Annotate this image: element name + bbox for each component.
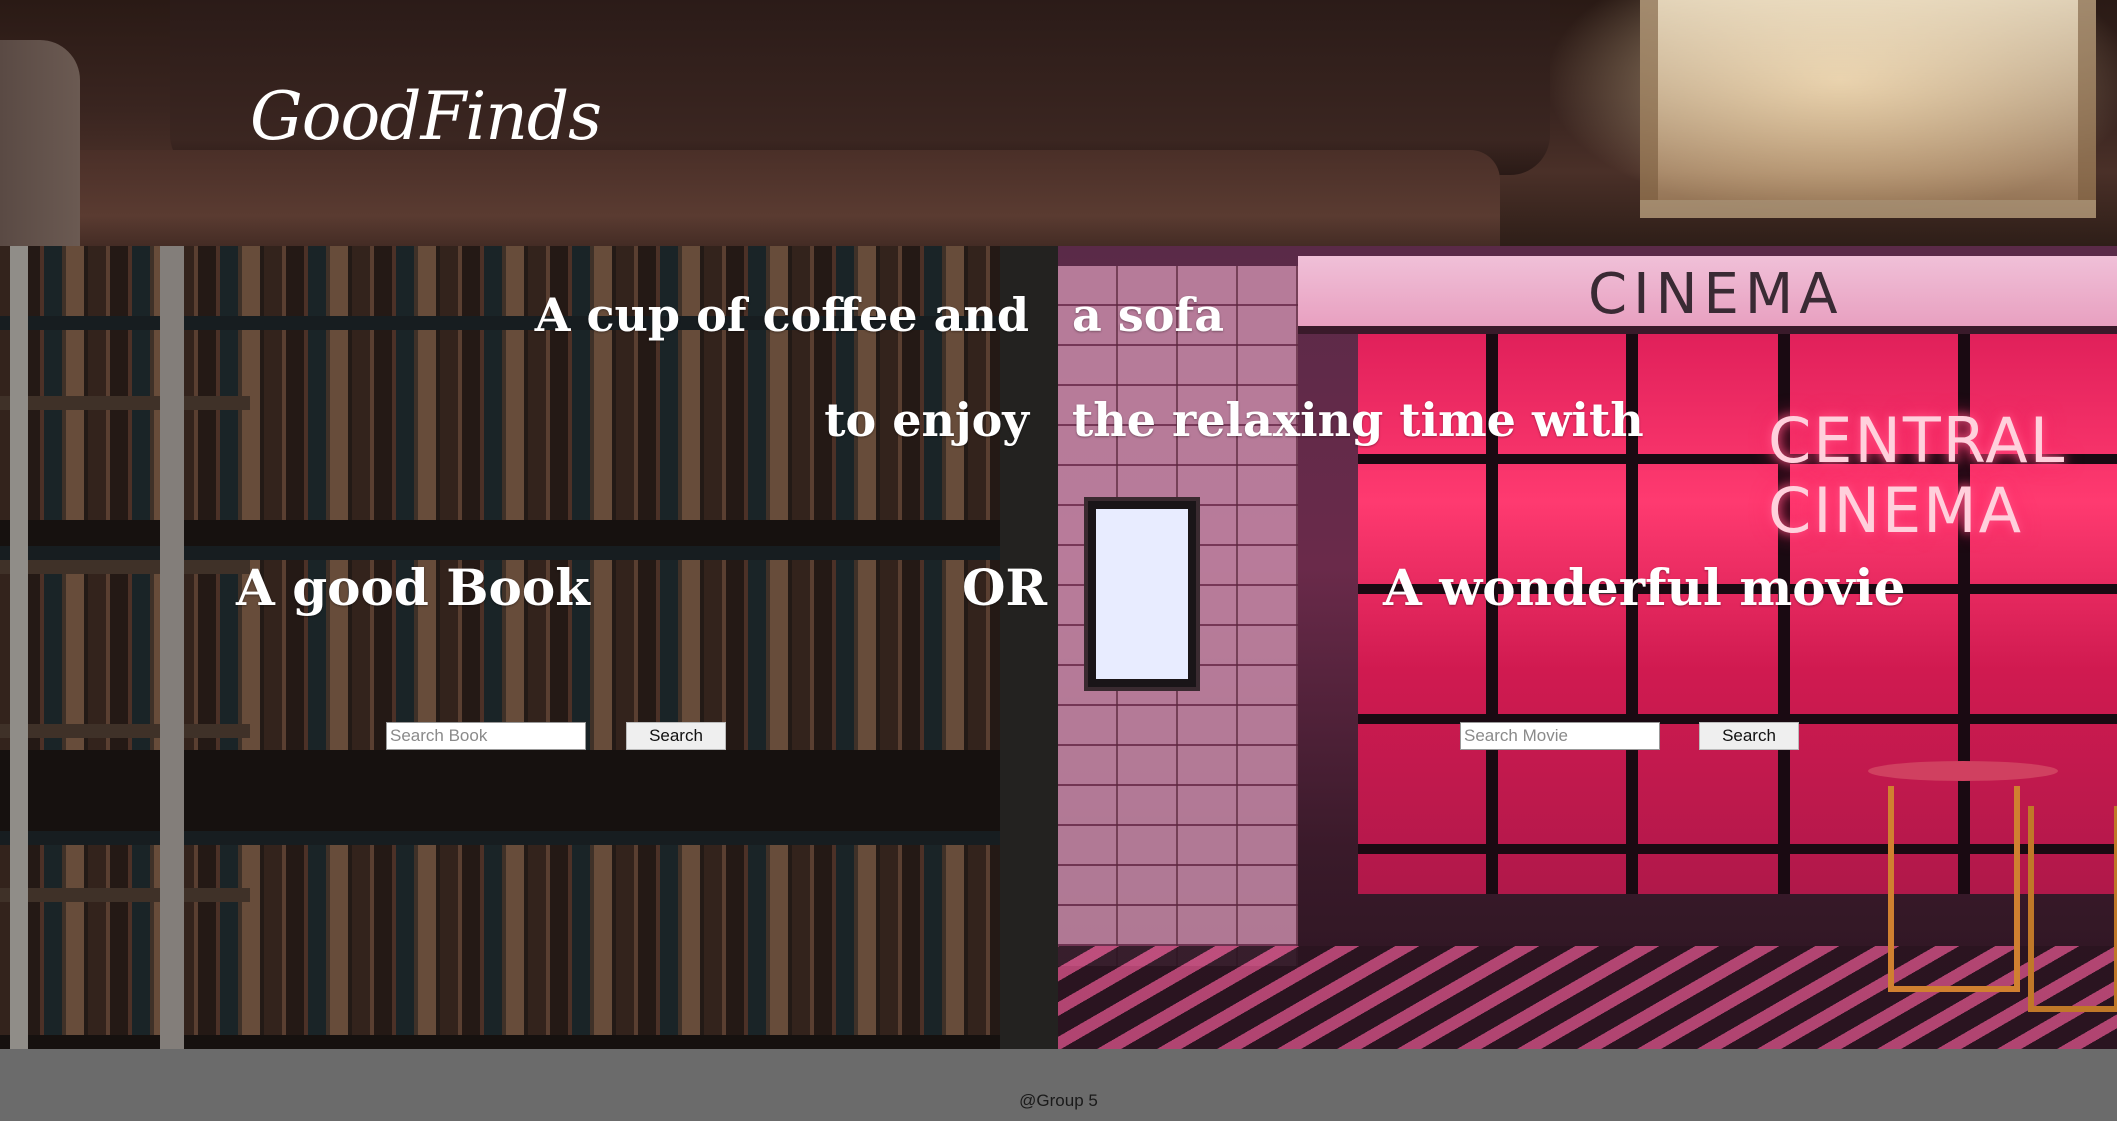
- tagline-line2-left: to enjoy: [824, 393, 1029, 447]
- footer-credit: @Group 5: [1019, 1091, 1098, 1110]
- poster-frame: [1088, 501, 1196, 687]
- cafe-chair: [1888, 786, 2020, 992]
- movie-search-button[interactable]: Search: [1699, 722, 1799, 750]
- or-separator: OR: [962, 558, 1048, 617]
- bookshelf-overlay: [0, 246, 1058, 1049]
- movie-heading: A wonderful movie: [1383, 558, 1906, 617]
- neon-sign: CENTRAL CINEMA: [1768, 404, 2067, 547]
- hero-section: CINEMA CENTRAL CINEMA A cup of coffee an…: [0, 246, 2117, 1049]
- cafe-chair: [2028, 806, 2117, 1012]
- tagline-line1-left: A cup of coffee and: [534, 288, 1029, 342]
- header-background-sofa-arm: [0, 40, 80, 246]
- book-search-button[interactable]: Search: [626, 722, 726, 750]
- header-background-window: [1640, 0, 2096, 218]
- tagline-line2-right: the relaxing time with: [1072, 393, 1644, 447]
- cinema-marquee: CINEMA: [1298, 256, 2117, 334]
- cinema-marquee-text: CINEMA: [1588, 262, 1844, 327]
- tagline-line1-right: a sofa: [1072, 288, 1224, 342]
- site-logo[interactable]: GoodFinds: [250, 78, 602, 155]
- bookshelf-background: [0, 246, 1058, 1049]
- movie-search-input[interactable]: [1460, 722, 1660, 750]
- book-search-input[interactable]: [386, 722, 586, 750]
- cafe-table: [1868, 761, 2058, 781]
- site-footer: @Group 5: [0, 1049, 2117, 1121]
- book-heading: A good Book: [236, 558, 590, 617]
- site-header: GoodFinds: [0, 0, 2117, 246]
- header-background-sofa-seat: [0, 150, 1500, 246]
- cinema-background: CINEMA CENTRAL CINEMA: [1058, 246, 2117, 1049]
